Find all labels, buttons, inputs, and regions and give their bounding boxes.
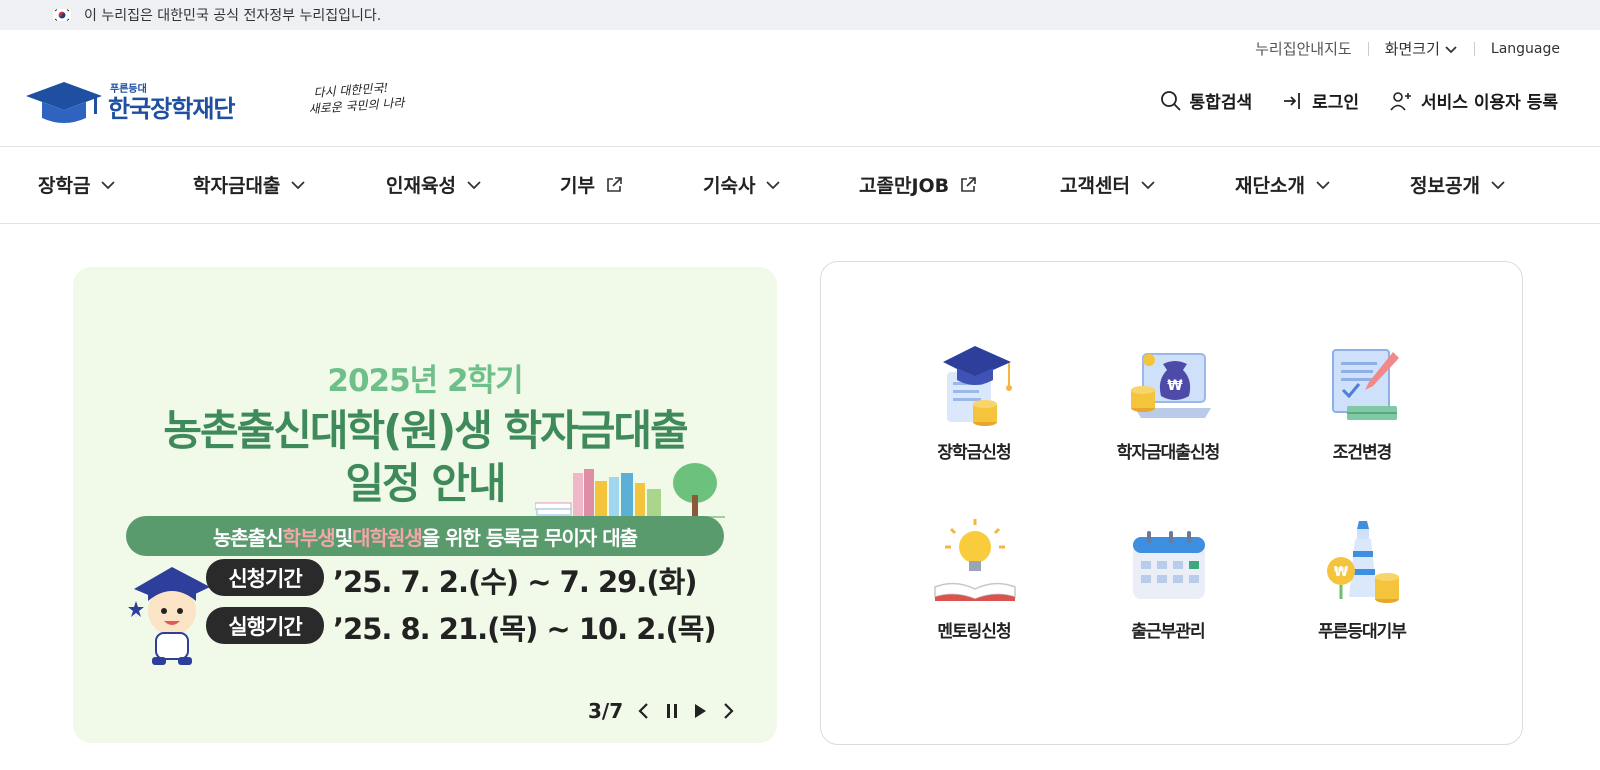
external-link-icon [961,176,976,192]
nav-label: 장학금 [38,175,91,197]
logo-main: 한국장학재단 [108,95,235,123]
utility-links: 누리집안내지도 화면크기 Language [1255,38,1560,59]
exec-period-label: 실행기간 [206,607,324,644]
pill-highlight: 대학원생 [352,525,423,550]
chevron-down-icon [1141,180,1155,189]
chevron-down-icon [1316,180,1330,189]
divider [1367,41,1369,56]
apply-period-date: ’25. 7. 2.(수) ~ 7. 29.(화) [333,565,698,599]
gov-banner-text: 이 누리집은 대한민국 공식 전자정부 누리집입니다. [84,8,382,24]
hero-controls: 3/7 [588,699,735,723]
svg-text:₩: ₩ [1167,378,1183,394]
quick-menu: 장학금신청 ₩ 학자금대출신청 조건변경 멘토링신청 출근부관리 ₩ 푸른등대기… [820,261,1523,745]
chevron-down-icon [467,180,481,189]
nav-label: 정보공개 [1410,175,1480,197]
nav-label: 고졸만JOB [859,175,950,197]
nav-label: 인재육성 [386,175,456,197]
pill-text: 및 [334,525,353,550]
register-button[interactable]: 서비스 이용자 등록 [1389,88,1558,113]
chevron-down-icon [766,180,781,189]
nav-item-student-loan[interactable]: 학자금대출 [193,171,306,198]
font-size-label: 화면크기 [1384,40,1440,58]
quick-label: 장학금신청 [937,443,1011,463]
quick-item-mentoring-apply[interactable]: 멘토링신청 [889,517,1059,642]
nav-item-scholarship[interactable]: 장학금 [38,171,116,198]
nav-item-donation[interactable]: 기부 [560,171,623,198]
nav-label: 기부 [560,175,595,197]
chevron-down-icon [1491,180,1505,189]
svg-text:₩: ₩ [1334,565,1349,580]
pause-button[interactable] [665,702,679,720]
nav-item-talent[interactable]: 인재육성 [386,171,482,198]
logo-sub: 푸른등대 [110,84,147,95]
graduation-cap-logo-icon [26,82,102,123]
quick-item-attendance[interactable]: 출근부관리 [1083,517,1253,642]
register-label: 서비스 이용자 등록 [1421,93,1558,113]
chevron-down-icon [1445,45,1457,53]
books-tree-illustration [535,463,725,518]
quick-item-condition-change[interactable]: 조건변경 [1277,338,1447,463]
slogan: 다시 대한민국! 새로운 국민의 나라 [307,79,405,118]
play-icon [695,704,707,718]
lightbulb-book-icon [934,519,1016,601]
play-button[interactable] [693,702,707,720]
hero-pill: 농촌출신 학부생 및 대학원생 을 위한 등록금 무이자 대출 [126,516,724,556]
pause-icon [667,704,678,718]
external-link-icon [607,176,622,192]
chevron-left-icon [638,703,648,719]
nav-item-dormitory[interactable]: 기숙사 [703,171,781,198]
document-pen-icon [1332,349,1399,420]
header-actions: 통합검색 로그인 서비스 이용자 등록 [1130,88,1558,113]
login-label: 로그인 [1312,93,1360,113]
quick-label: 멘토링신청 [937,622,1011,642]
main-nav: 장학금 학자금대출 인재육성 기부 기숙사 고졸만JOB 고객센터 재단소개 정… [0,146,1600,224]
user-plus-icon [1390,91,1412,111]
quick-item-donation[interactable]: ₩ 푸른등대기부 [1277,517,1447,642]
next-slide-button[interactable] [721,702,735,720]
chevron-down-icon [291,180,306,189]
quick-label: 조건변경 [1332,443,1393,463]
nav-item-highschool-job[interactable]: 고졸만JOB [859,171,977,198]
nav-item-disclosure[interactable]: 정보공개 [1410,171,1506,198]
exec-period-date: ’25. 8. 21.(목) ~ 10. 2.(목) [333,612,717,646]
pill-highlight: 학부생 [282,525,336,550]
money-bag-laptop-icon: ₩ [1131,353,1211,418]
search-icon [1160,90,1181,111]
search-button[interactable]: 통합검색 [1160,88,1253,113]
quick-label: 학자금대출신청 [1116,443,1220,463]
language-link[interactable]: Language [1491,41,1560,57]
hero-banner[interactable]: 2025년 2학기 농촌출신대학(원)생 학자금대출 일정 안내 농촌출신 학부… [73,267,777,743]
login-icon [1284,92,1301,109]
prev-slide-button[interactable] [637,702,651,720]
quick-label: 출근부관리 [1131,622,1205,642]
logo[interactable]: 푸른등대 한국장학재단 [24,78,235,128]
calendar-icon [1133,531,1205,599]
chevron-down-icon [101,180,116,189]
nav-label: 고객센터 [1060,175,1130,197]
quick-item-loan-apply[interactable]: ₩ 학자금대출신청 [1083,338,1253,463]
chevron-right-icon [724,703,734,719]
font-size-toggle[interactable]: 화면크기 [1385,38,1458,59]
hero-year: 2025년 2학기 [327,363,523,399]
search-label: 통합검색 [1189,93,1253,113]
quick-item-scholarship-apply[interactable]: 장학금신청 [889,338,1059,463]
nav-label: 기숙사 [703,175,756,197]
hero-title: 농촌출신대학(원)생 학자금대출 [163,406,688,455]
pill-text: 을 위한 등록금 무이자 대출 [421,525,638,550]
nav-label: 학자금대출 [193,175,281,197]
pill-text: 농촌출신 [212,525,284,550]
sitemap-link[interactable]: 누리집안내지도 [1255,38,1352,59]
quick-label: 푸른등대기부 [1318,622,1407,642]
divider [1473,41,1475,56]
slide-pager: 3/7 [588,699,624,723]
gov-banner: 이 누리집은 대한민국 공식 전자정부 누리집입니다. [0,0,1600,30]
nav-item-customer-center[interactable]: 고객센터 [1060,171,1156,198]
login-button[interactable]: 로그인 [1282,88,1359,113]
lighthouse-coins-icon: ₩ [1327,521,1399,603]
apply-period-label: 신청기간 [206,559,324,596]
nav-item-about[interactable]: 재단소개 [1235,171,1331,198]
nav-label: 재단소개 [1235,175,1305,197]
korea-flag-icon [52,8,72,22]
graduation-cap-icon [943,346,1012,426]
